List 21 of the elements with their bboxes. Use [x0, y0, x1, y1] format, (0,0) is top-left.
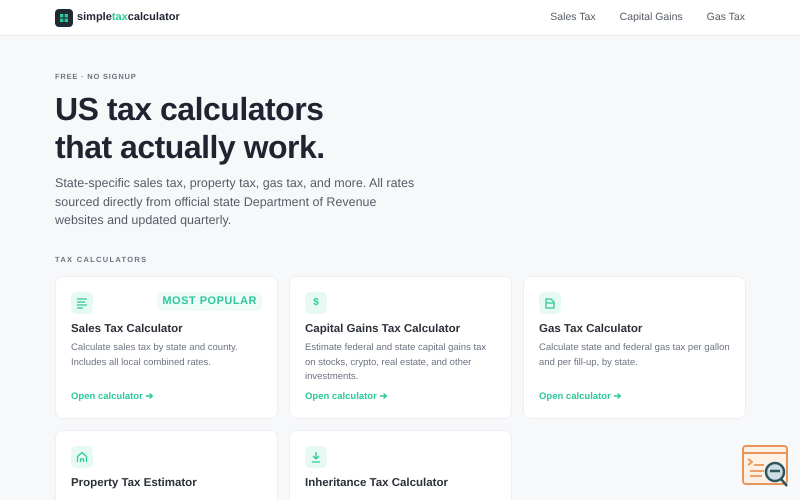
logo-text[interactable]: simpletaxcalculator [77, 9, 180, 26]
card-title: Inheritance Tax Calculator [305, 476, 449, 491]
house-icon [76, 451, 88, 463]
download-icon [310, 451, 322, 463]
nav-link[interactable]: Sales Tax [550, 10, 596, 26]
card-title: Capital Gains Tax Calculator [305, 322, 462, 337]
popular-tag: MOST POPULAR [157, 292, 262, 310]
nav-link[interactable]: Capital Gains [620, 10, 683, 26]
card-title: Sales Tax Calculator [71, 322, 184, 337]
lines-icon [76, 297, 88, 309]
hero-description: State-specific sales tax, property tax, gas tax, and more. All rates sourced directly from official state Department of Revenue websites and updated quarterly. [55, 175, 416, 230]
card-title: Gas Tax Calculator [539, 322, 644, 337]
card-description: Calculate sales tax by state and county. Includes all local combined rates. [71, 341, 239, 370]
card-description: Estimate federal and state capital gains tax on stocks, crypto, real estate, and other investments. [305, 341, 488, 384]
logo-icon [55, 8, 73, 26]
hero-heading: US tax calculators that actually work. [55, 90, 326, 166]
card-title: Property Tax Estimator [71, 476, 198, 491]
support-widget-icon[interactable] [742, 445, 790, 489]
dollar-icon: $ [313, 298, 319, 308]
card-description: Calculate state and federal gas tax per gallon and per fill-up, by state. [539, 341, 730, 370]
nav-link[interactable]: Gas Tax [706, 10, 745, 26]
